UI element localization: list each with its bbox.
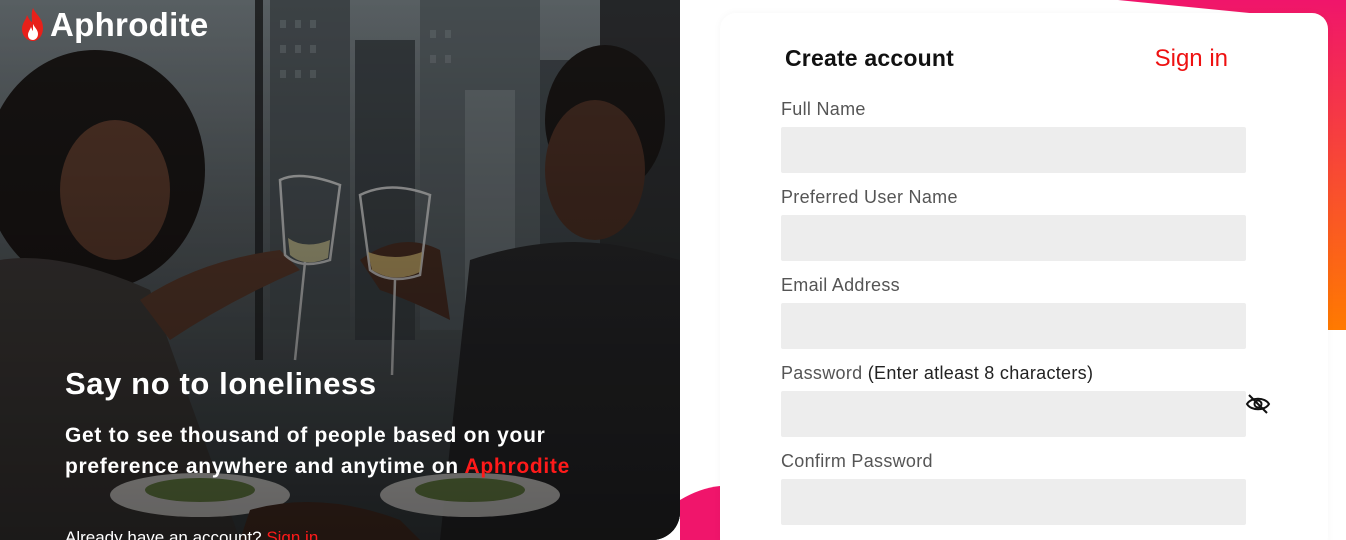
hero-title: Say no to loneliness	[65, 366, 377, 401]
hero-signin-prompt: Already have an account? Sign in	[65, 528, 318, 540]
signup-card: Create account Sign in Full Name Preferr…	[720, 13, 1328, 540]
tab-create-account[interactable]: Create account	[785, 45, 954, 72]
hero-signin-link[interactable]: Sign in	[266, 528, 318, 540]
password-hint: (Enter atleast 8 characters)	[867, 363, 1094, 383]
full-name-label: Full Name	[781, 99, 866, 119]
brand-logo[interactable]: Aphrodite	[18, 6, 209, 44]
confirm-password-group: Confirm Password	[781, 451, 1246, 525]
flame-icon	[22, 8, 43, 41]
password-input[interactable]	[781, 391, 1246, 437]
full-name-input[interactable]	[781, 127, 1246, 173]
card-tabs: Create account Sign in	[785, 45, 1228, 73]
tab-sign-in[interactable]: Sign in	[1155, 45, 1228, 73]
username-group: Preferred User Name	[781, 187, 1246, 261]
hero-signin-text: Already have an account?	[65, 528, 267, 540]
confirm-password-input[interactable]	[781, 479, 1246, 525]
username-label: Preferred User Name	[781, 187, 958, 207]
brand-name: Aphrodite	[50, 6, 209, 43]
email-input[interactable]	[781, 303, 1246, 349]
hero-subtitle-brand: Aphrodite	[464, 455, 570, 478]
email-group: Email Address	[781, 275, 1246, 349]
password-group: Password (Enter atleast 8 characters)	[781, 363, 1246, 437]
email-label: Email Address	[781, 275, 900, 295]
username-input[interactable]	[781, 215, 1246, 261]
hero-panel: Aphrodite Say no to loneliness Get to se…	[0, 0, 680, 540]
hero-subtitle: Get to see thousand of people based on y…	[65, 420, 665, 482]
confirm-password-label: Confirm Password	[781, 451, 933, 471]
eye-off-icon[interactable]	[1245, 393, 1271, 415]
full-name-group: Full Name	[781, 99, 1246, 173]
password-label: Password (Enter atleast 8 characters)	[781, 363, 1246, 387]
password-label-text: Password	[781, 363, 863, 383]
